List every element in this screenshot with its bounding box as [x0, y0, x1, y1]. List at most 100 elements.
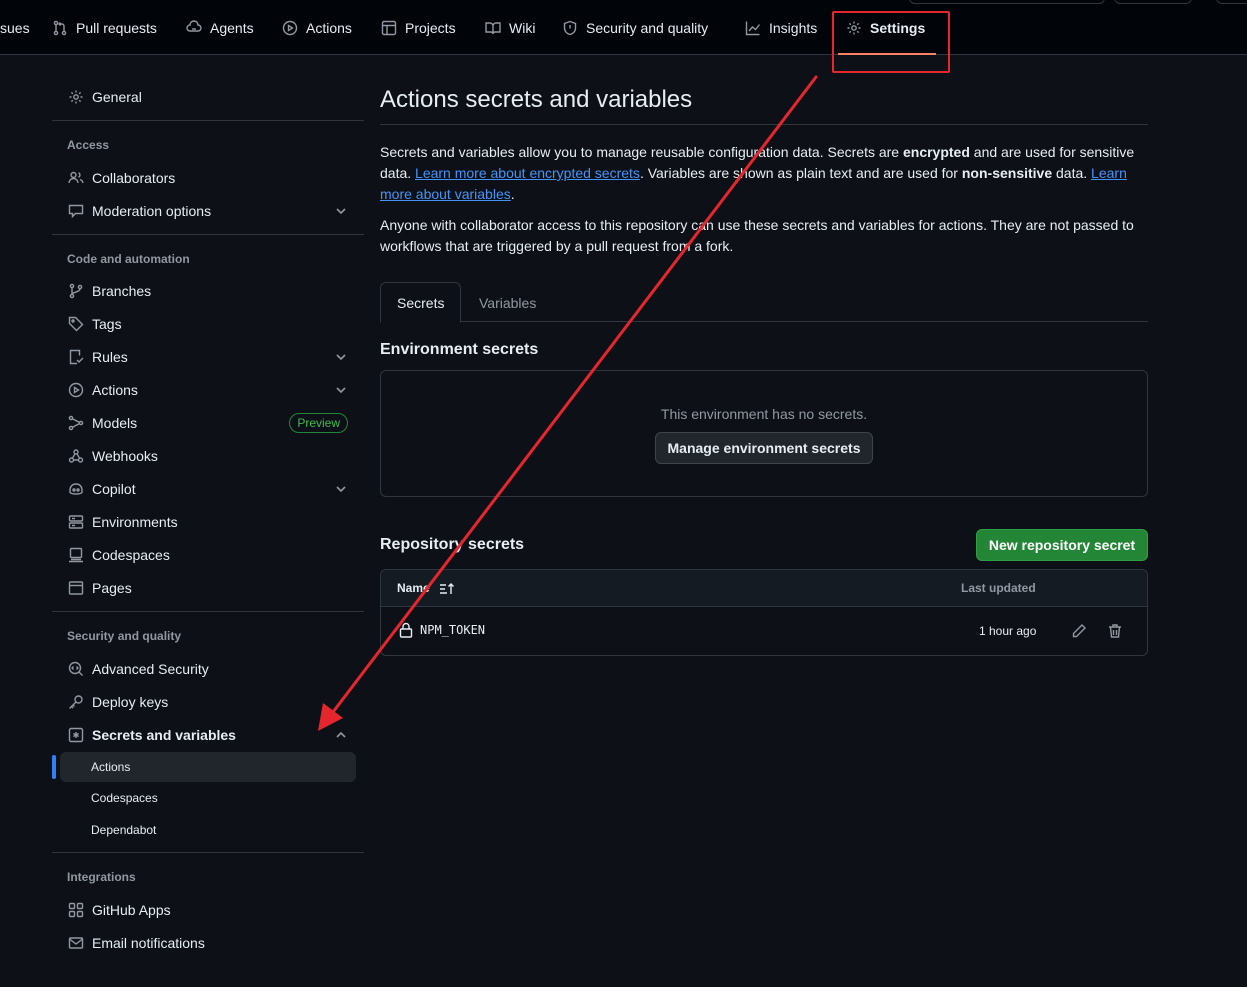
tab-label: Insights — [769, 19, 818, 36]
sidebar-subitem-codespaces[interactable]: Codespaces — [60, 783, 356, 813]
sidebar-item-advanced-security[interactable]: Advanced Security — [60, 654, 356, 684]
sidebar-item-collaborators[interactable]: Collaborators — [60, 163, 356, 193]
header-control-stub — [1216, 0, 1247, 4]
tab-actions[interactable]: Actions — [282, 0, 352, 55]
text-bold: encrypted — [902, 144, 970, 160]
rules-icon — [69, 349, 84, 365]
key-icon — [69, 695, 83, 709]
sidebar-divider — [52, 611, 364, 612]
column-name[interactable]: Name — [397, 581, 430, 595]
table-icon — [381, 20, 397, 35]
sidebar-item-label: Pages — [92, 580, 132, 596]
asterisk-box-icon — [68, 727, 84, 743]
tab-agents[interactable]: Agents — [186, 0, 254, 55]
tab-label: Security and quality — [586, 19, 709, 36]
sidebar-item-label: GitHub Apps — [92, 902, 171, 918]
header-control-stub — [1114, 0, 1192, 4]
column-last-updated: Last updated — [961, 581, 1036, 595]
agents-icon — [186, 19, 202, 32]
sidebar-heading-code: Code and automation — [67, 252, 190, 266]
tab-security[interactable]: Security and quality — [562, 0, 708, 55]
sidebar-divider — [52, 852, 364, 853]
tab-label: Projects — [405, 19, 456, 36]
preview-badge: Preview — [289, 413, 348, 433]
manage-environment-secrets-button[interactable]: Manage environment secrets — [655, 432, 873, 464]
sidebar-item-deploy-keys[interactable]: Deploy keys — [60, 687, 356, 717]
tab-insights[interactable]: Insights — [745, 0, 817, 55]
sidebar-item-label: Collaborators — [92, 170, 176, 186]
browser-icon — [68, 581, 84, 595]
book-icon — [485, 21, 501, 34]
branch-icon — [69, 283, 83, 299]
sidebar-item-codespaces[interactable]: Codespaces — [60, 540, 356, 570]
sidebar-item-branches[interactable]: Branches — [60, 276, 356, 306]
copilot-icon — [69, 483, 83, 495]
sidebar-item-github-apps[interactable]: GitHub Apps — [60, 895, 356, 925]
sidebar-item-general[interactable]: General — [60, 82, 356, 112]
sidebar-item-label: Codespaces — [92, 547, 170, 563]
tab-label: Wiki — [509, 19, 536, 36]
sidebar-item-label: Email notifications — [92, 935, 205, 951]
chevron-down-icon — [336, 486, 346, 493]
sidebar-heading-access: Access — [67, 138, 110, 152]
pencil-icon[interactable] — [1071, 623, 1087, 639]
collaborator-note: Anyone with collaborator access to this … — [380, 217, 1134, 254]
sidebar-item-actions[interactable]: Actions — [60, 375, 356, 405]
sidebar-item-label: Environments — [92, 514, 178, 530]
secret-name: NPM_TOKEN — [420, 623, 486, 637]
shield-icon — [563, 20, 577, 35]
sidebar-item-tags[interactable]: Tags — [60, 309, 356, 339]
tab-variables[interactable]: Variables — [463, 282, 552, 323]
sidebar-subitem-label: Actions — [91, 760, 131, 774]
sidebar-item-email-notifications[interactable]: Email notifications — [60, 928, 356, 958]
tab-secrets[interactable]: Secrets — [380, 282, 462, 323]
sidebar-divider — [52, 234, 364, 235]
tab-label: Pull requests — [76, 19, 157, 36]
sidebar-item-secrets-and-variables[interactable]: Secrets and variables — [60, 720, 356, 750]
encrypted-secrets-link[interactable]: Learn more about encrypted secrets — [415, 165, 640, 181]
secrets-variables-tabs: Secrets Variables — [380, 282, 1148, 323]
chevron-up-icon — [336, 731, 346, 738]
sort-ascending-icon[interactable] — [439, 582, 455, 596]
text: Secrets and variables allow you to manag… — [380, 144, 903, 160]
sidebar-item-label: Deploy keys — [92, 694, 169, 710]
sidebar-item-label: Rules — [92, 349, 128, 365]
text: . — [510, 186, 515, 202]
table-header: Name Last updated — [381, 570, 1147, 607]
secret-updated: 1 hour ago — [979, 624, 1037, 638]
description-paragraph: Secrets and variables allow you to manag… — [380, 142, 1148, 205]
apps-icon — [68, 902, 84, 918]
tab-issues[interactable]: sues — [0, 0, 30, 55]
sidebar-subitem-actions[interactable]: Actions — [60, 752, 356, 782]
tab-label: Actions — [306, 19, 352, 36]
mail-icon — [68, 937, 84, 949]
tab-label: Agents — [210, 19, 254, 36]
sidebar-item-label: Actions — [92, 382, 138, 398]
sidebar-subitem-label: Dependabot — [91, 823, 157, 837]
sidebar-item-label: Advanced Security — [92, 661, 209, 677]
tab-pull-requests[interactable]: Pull requests — [52, 0, 157, 55]
text-bold: non-sensitive — [961, 165, 1053, 181]
comment-icon — [68, 204, 84, 219]
sidebar-item-copilot[interactable]: Copilot — [60, 474, 356, 504]
lock-icon — [399, 622, 413, 638]
sidebar-subitem-dependabot[interactable]: Dependabot — [60, 815, 356, 845]
text: . Variables are shown as plain text and … — [639, 165, 962, 181]
sidebar-item-models[interactable]: Models Preview — [60, 408, 356, 438]
new-repository-secret-button[interactable]: New repository secret — [976, 529, 1148, 561]
server-icon — [68, 515, 84, 529]
sidebar-item-environments[interactable]: Environments — [60, 507, 356, 537]
sidebar-item-pages[interactable]: Pages — [60, 573, 356, 603]
tab-wiki[interactable]: Wiki — [485, 0, 535, 55]
sidebar-item-label: Models — [92, 415, 138, 431]
tab-projects[interactable]: Projects — [381, 0, 456, 55]
tab-label: sues — [0, 19, 30, 36]
codespaces-icon — [69, 547, 83, 563]
annotation-highlight-box — [832, 11, 950, 73]
play-icon — [282, 20, 298, 35]
sidebar-item-rules[interactable]: Rules — [60, 342, 356, 372]
sidebar-item-webhooks[interactable]: Webhooks — [60, 441, 356, 471]
trash-icon[interactable] — [1107, 623, 1123, 639]
sidebar-item-moderation[interactable]: Moderation options — [60, 196, 356, 226]
tag-icon — [68, 316, 84, 332]
